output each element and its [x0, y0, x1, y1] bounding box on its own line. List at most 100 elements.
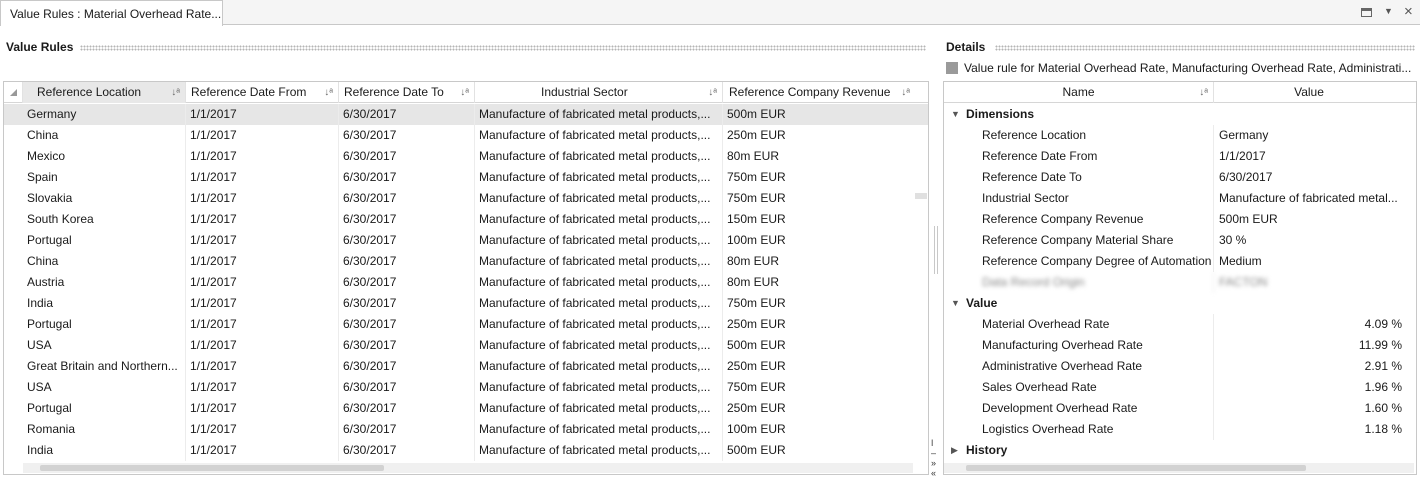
tab-dropdown-icon[interactable]: ▼ [1384, 6, 1393, 16]
property-row[interactable]: Manufacturing Overhead Rate 11.99 % [944, 335, 1416, 356]
property-row[interactable]: Reference Date To 6/30/2017 [944, 167, 1416, 188]
expand-icon[interactable]: ▶ [951, 440, 958, 461]
cell-reference-date-from: 1/1/2017 [186, 356, 339, 377]
property-row[interactable]: Material Overhead Rate 4.09 % [944, 314, 1416, 335]
table-row[interactable]: Great Britain and Northern... 1/1/2017 6/3… [4, 356, 928, 377]
table-row[interactable]: India 1/1/2017 6/30/2017 Manufacture of fab… [4, 440, 928, 461]
table-row[interactable]: Portugal 1/1/2017 6/30/2017 Manufacture of … [4, 314, 928, 335]
property-row[interactable]: Reference Location Germany [944, 125, 1416, 146]
table-row[interactable]: China 1/1/2017 6/30/2017 Manufacture of fab… [4, 251, 928, 272]
sort-icon[interactable]: ↓ᵃ [1199, 82, 1208, 103]
close-icon[interactable]: × [1404, 3, 1413, 20]
column-header-reference-date-from[interactable]: Reference Date From ↓ᵃ [186, 82, 339, 103]
cell-industrial-sector: Manufacture of fabricated metal products… [475, 104, 723, 125]
cell-industrial-sector: Manufacture of fabricated metal products… [475, 209, 723, 230]
cell-reference-company-revenue: 500m EUR [727, 107, 786, 121]
cell-industrial-sector: Manufacture of fabricated metal products… [475, 272, 723, 293]
property-row[interactable]: Reference Date From 1/1/2017 [944, 146, 1416, 167]
sort-icon[interactable]: ↓ᵃ [171, 82, 180, 103]
cell-reference-location: Portugal [23, 314, 186, 335]
property-row[interactable]: Development Overhead Rate 1.60 % [944, 398, 1416, 419]
table-row[interactable]: Mexico 1/1/2017 6/30/2017 Manufacture of fa… [4, 146, 928, 167]
property-value: Germany [1219, 128, 1269, 142]
column-header-value[interactable]: Value [1214, 82, 1404, 103]
column-header-reference-location[interactable]: Reference Location ↓ᵃ [23, 82, 186, 103]
cell-industrial-sector: Manufacture of fabricated metal products… [475, 230, 723, 251]
table-row[interactable]: Slovakia 1/1/2017 6/30/2017 Manufacture of … [4, 188, 928, 209]
cell-reference-location: USA [23, 335, 186, 356]
sort-icon[interactable]: ↓ᵃ [324, 82, 333, 103]
cell-reference-date-to: 6/30/2017 [339, 167, 475, 188]
cell-industrial-sector: Manufacture of fabricated metal products… [475, 440, 723, 461]
details-horizontal-scrollbar-thumb[interactable] [966, 465, 1306, 471]
cell-reference-location: Romania [23, 419, 186, 440]
sort-icon[interactable]: ↓ᵃ [901, 82, 910, 103]
property-row[interactable]: Sales Overhead Rate 1.96 % [944, 377, 1416, 398]
property-value: 1.60 % [1364, 401, 1402, 415]
column-header-name[interactable]: Name ↓ᵃ [944, 82, 1214, 103]
column-header-label: Name [1062, 85, 1095, 99]
splitter-grip[interactable] [934, 226, 938, 274]
cell-reference-company-revenue: 500m EUR [727, 338, 786, 352]
window-layout-icon[interactable] [1361, 8, 1372, 17]
panel-splitter[interactable]: ǀ – » « [929, 81, 941, 479]
property-name: Reference Company Degree of Automation [982, 251, 1214, 272]
tab-label: Value Rules : Material Overhead Rate... [10, 7, 222, 21]
property-value: 30 % [1219, 233, 1247, 247]
horizontal-scrollbar-thumb[interactable] [40, 465, 384, 471]
panel-header-grip [80, 45, 926, 51]
sort-icon[interactable]: ↓ᵃ [708, 82, 717, 103]
table-row[interactable]: Romania 1/1/2017 6/30/2017 Manufacture of f… [4, 419, 928, 440]
horizontal-scrollbar[interactable] [23, 463, 913, 473]
collapse-icon[interactable]: ▼ [951, 104, 960, 125]
vertical-scrollbar-thumb[interactable] [915, 193, 927, 199]
property-name: Reference Date From [982, 146, 1214, 167]
cell-industrial-sector: Manufacture of fabricated metal products… [475, 419, 723, 440]
property-row[interactable]: Reference Company Material Share 30 % [944, 230, 1416, 251]
cell-reference-company-revenue: 750m EUR [727, 170, 786, 184]
table-row[interactable]: China 1/1/2017 6/30/2017 Manufacture of fab… [4, 125, 928, 146]
column-header-reference-date-to[interactable]: Reference Date To ↓ᵃ [339, 82, 475, 103]
minimize-icon[interactable]: – [931, 449, 936, 458]
table-row[interactable]: Germany 1/1/2017 6/30/2017 Manufacture of f… [4, 104, 928, 125]
table-row[interactable]: USA 1/1/2017 6/30/2017 Manufacture of fabri… [4, 377, 928, 398]
collapse-icon[interactable]: ▼ [951, 293, 960, 314]
property-value: Medium [1219, 254, 1262, 268]
table-row[interactable]: USA 1/1/2017 6/30/2017 Manufacture of fabri… [4, 335, 928, 356]
category-history[interactable]: ▶ History [944, 440, 1416, 461]
table-row[interactable]: Spain 1/1/2017 6/30/2017 Manufacture of fab… [4, 167, 928, 188]
expand-left-icon[interactable]: « [931, 469, 936, 478]
property-row[interactable]: Reference Company Revenue 500m EUR [944, 209, 1416, 230]
details-horizontal-scrollbar[interactable] [944, 463, 1414, 473]
property-row[interactable]: Data Record Origin FACTON [944, 272, 1416, 293]
select-all-corner[interactable] [4, 82, 23, 103]
category-value[interactable]: ▼ Value [944, 293, 1416, 314]
cell-reference-location: India [23, 293, 186, 314]
value-rules-grid: Reference Location ↓ᵃ Reference Date From… [3, 81, 929, 475]
property-row[interactable]: Logistics Overhead Rate 1.18 % [944, 419, 1416, 440]
category-dimensions[interactable]: ▼ Dimensions [944, 104, 1416, 125]
tab-value-rules[interactable]: Value Rules : Material Overhead Rate... [0, 0, 223, 26]
table-row[interactable]: Austria 1/1/2017 6/30/2017 Manufacture of f… [4, 272, 928, 293]
cell-reference-company-revenue: 250m EUR [727, 401, 786, 415]
cell-reference-company-revenue: 750m EUR [727, 380, 786, 394]
property-name: Reference Company Material Share [982, 230, 1214, 251]
cell-reference-company-revenue: 750m EUR [727, 296, 786, 310]
document-tab-strip: Value Rules : Material Overhead Rate... … [0, 0, 1420, 26]
table-row[interactable]: Portugal 1/1/2017 6/30/2017 Manufacture of … [4, 398, 928, 419]
cell-reference-date-from: 1/1/2017 [186, 272, 339, 293]
table-row[interactable]: South Korea 1/1/2017 6/30/2017 Manufacture … [4, 209, 928, 230]
expand-right-icon[interactable]: » [931, 459, 936, 468]
table-row[interactable]: Portugal 1/1/2017 6/30/2017 Manufacture of … [4, 230, 928, 251]
column-header-industrial-sector[interactable]: Industrial Sector ↓ᵃ [475, 82, 723, 103]
table-row[interactable]: India 1/1/2017 6/30/2017 Manufacture of fab… [4, 293, 928, 314]
property-row[interactable]: Industrial Sector Manufacture of fabricat… [944, 188, 1416, 209]
property-row[interactable]: Administrative Overhead Rate 2.91 % [944, 356, 1416, 377]
column-header-reference-company-revenue[interactable]: Reference Company Revenue ↓ᵃ [723, 82, 915, 103]
panel-title-details: Details [946, 40, 992, 54]
property-row[interactable]: Reference Company Degree of Automation Me… [944, 251, 1416, 272]
property-value: 1.18 % [1364, 422, 1402, 436]
category-label: Dimensions [966, 107, 1035, 121]
pin-icon[interactable]: ǀ [931, 439, 933, 448]
sort-icon[interactable]: ↓ᵃ [460, 82, 469, 103]
